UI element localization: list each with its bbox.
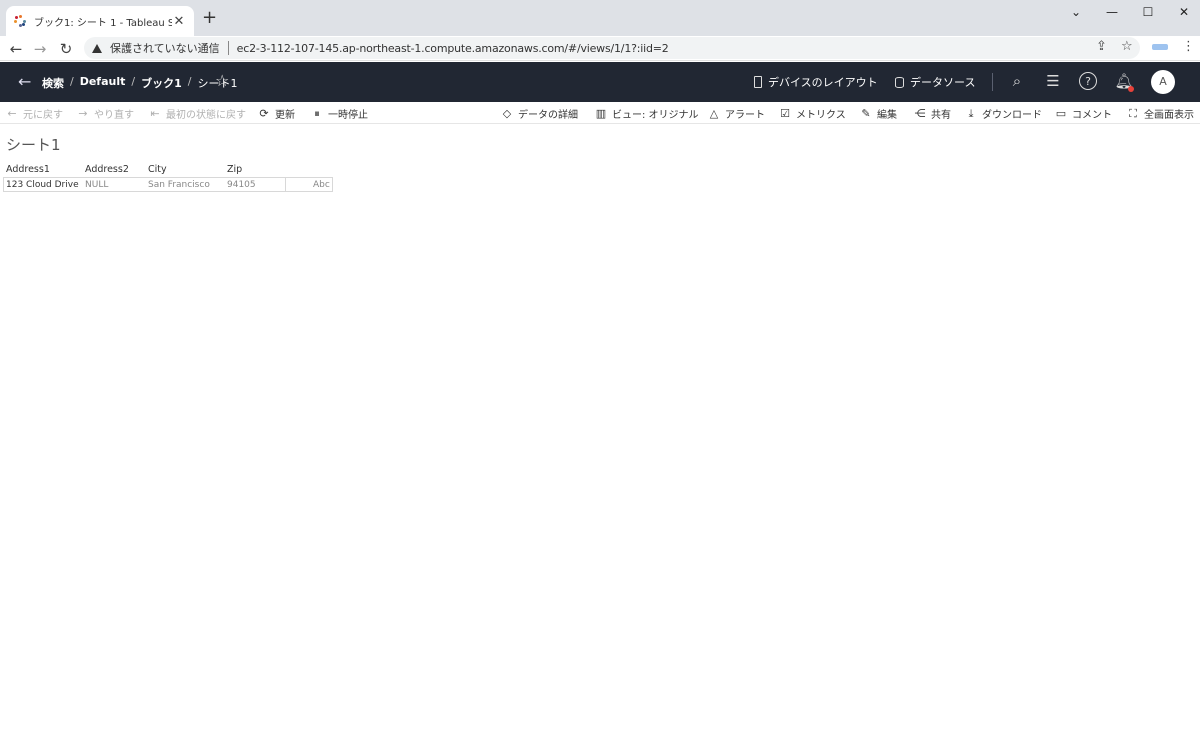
share-button[interactable]: ⋲ 共有 <box>914 106 952 121</box>
url-text[interactable]: ec2-3-112-107-145.ap-northeast-1.compute… <box>237 42 669 55</box>
breadcrumb-separator: / <box>70 75 74 88</box>
address-bar: ← → ↻ 保護されていない通信 ec2-3-112-107-145.ap-no… <box>0 36 1200 61</box>
pencil-icon: ✎ <box>861 107 871 120</box>
sheet-title: シート1 <box>6 136 61 154</box>
notification-dot <box>1128 86 1134 92</box>
close-window-button[interactable]: ✕ <box>1166 0 1200 24</box>
alert-button[interactable]: △ アラート <box>708 106 765 121</box>
tab-close-icon[interactable]: ✕ <box>172 14 186 29</box>
search-icon[interactable]: ⌕ <box>1007 71 1027 91</box>
back-arrow-icon[interactable]: ← <box>6 39 26 59</box>
minimize-button[interactable]: — <box>1094 0 1130 24</box>
header-divider <box>992 73 993 91</box>
breadcrumb-separator: / <box>187 75 192 88</box>
breadcrumb-search[interactable]: 検索 <box>42 75 64 91</box>
fullscreen-button[interactable]: ⛶ 全画面表示 <box>1127 106 1194 122</box>
cell-address2[interactable]: NULL <box>85 180 108 190</box>
cell-address1[interactable]: 123 Cloud Drive <box>6 180 79 190</box>
view-original-label: ビュー: オリジナル <box>612 110 699 121</box>
revert-icon: ⇤ <box>150 107 160 120</box>
breadcrumb-workbook[interactable]: ブック1 <box>141 75 182 91</box>
redo-button[interactable]: → やり直す <box>77 106 134 121</box>
back-navigation-icon[interactable]: ← <box>18 72 31 91</box>
share-label: 共有 <box>931 110 951 121</box>
alert-label: アラート <box>725 110 765 121</box>
comment-button[interactable]: ▭ コメント <box>1055 106 1112 121</box>
favorite-star-icon[interactable]: ☆ <box>215 71 229 90</box>
edit-button[interactable]: ✎ 編集 <box>860 106 897 121</box>
pause-database-icon: ⏸︎ <box>314 106 320 120</box>
device-layout-label: デバイスのレイアウト <box>768 76 878 89</box>
maximize-button[interactable]: ☐ <box>1130 0 1166 24</box>
omnibox-divider <box>227 41 229 55</box>
redo-arrow-icon: → <box>78 107 88 120</box>
share-page-icon[interactable]: ⇪ <box>1096 39 1107 54</box>
download-icon: ⤓ <box>968 106 974 120</box>
new-tab-button[interactable]: + <box>202 9 217 27</box>
browser-tab-strip: ブック1: シート 1 - Tableau Server ✕ + ⌄ — ☐ ✕ <box>0 0 1200 36</box>
column-header-address1[interactable]: Address1 <box>6 164 50 175</box>
tab-search-icon[interactable]: ⌄ <box>1058 0 1094 24</box>
pause-button[interactable]: ⏸︎ 一時停止 <box>311 106 368 122</box>
tag-icon: ◇ <box>502 107 512 120</box>
alert-bell-icon: △ <box>709 107 719 120</box>
refresh-label: 更新 <box>275 110 295 121</box>
mobile-device-icon <box>754 76 762 88</box>
metrics-button[interactable]: ☑ メトリクス <box>779 106 846 121</box>
view-toolbar: ← 元に戻す → やり直す ⇤ 最初の状態に戻す ⟳ 更新 ⏸︎ 一時停止 ◇ … <box>0 102 1200 124</box>
reload-icon[interactable]: ↻ <box>56 39 76 59</box>
column-header-zip[interactable]: Zip <box>227 164 242 175</box>
breadcrumb: 検索 / Default / ブック1 / シート1 <box>42 75 237 91</box>
tab-title: ブック1: シート 1 - Tableau Server <box>34 17 172 29</box>
extension-icon[interactable] <box>1152 44 1168 50</box>
security-label[interactable]: 保護されていない通信 <box>110 40 220 56</box>
share-icon: ⋲ <box>914 107 926 120</box>
fullscreen-icon: ⛶ <box>1129 106 1137 120</box>
data-source-button[interactable]: データソース <box>895 74 975 90</box>
undo-button[interactable]: ← 元に戻す <box>6 106 63 121</box>
browser-menu-icon[interactable]: ⋮ <box>1182 39 1195 54</box>
undo-label: 元に戻す <box>23 110 63 121</box>
metrics-label: メトリクス <box>796 110 846 121</box>
comment-bubble-icon: ▭ <box>1055 107 1067 120</box>
download-label: ダウンロード <box>982 110 1042 121</box>
download-button[interactable]: ⤓ ダウンロード <box>965 106 1042 122</box>
avatar[interactable]: A <box>1151 70 1175 94</box>
redo-label: やり直す <box>94 110 134 121</box>
view-original-button[interactable]: ▥ ビュー: オリジナル <box>595 106 699 121</box>
revert-button[interactable]: ⇤ 最初の状態に戻す <box>149 106 246 121</box>
cell-city[interactable]: San Francisco <box>148 180 210 190</box>
edit-label: 編集 <box>877 110 897 121</box>
bookmark-star-icon[interactable]: ☆ <box>1121 39 1133 54</box>
database-icon <box>895 76 904 88</box>
favorites-list-icon[interactable]: ☰ <box>1043 71 1063 91</box>
cell-zip[interactable]: 94105 <box>227 180 256 190</box>
cell-divider <box>285 177 286 192</box>
data-details-label: データの詳細 <box>518 110 578 121</box>
metrics-chart-icon: ☑ <box>780 107 790 120</box>
refresh-database-icon: ⟳ <box>259 107 269 120</box>
column-header-city[interactable]: City <box>148 164 167 175</box>
breadcrumb-project[interactable]: Default <box>80 75 126 91</box>
help-icon[interactable]: ? <box>1079 72 1097 90</box>
warning-icon <box>92 43 102 53</box>
device-layout-button[interactable]: デバイスのレイアウト <box>754 74 878 90</box>
tableau-logo-icon <box>14 15 26 27</box>
column-header-address2[interactable]: Address2 <box>85 164 129 175</box>
revert-label: 最初の状態に戻す <box>166 110 246 121</box>
refresh-button[interactable]: ⟳ 更新 <box>258 106 295 121</box>
data-source-label: データソース <box>910 76 976 89</box>
bar-chart-icon: ▥ <box>595 107 607 120</box>
comment-label: コメント <box>1072 110 1112 121</box>
undo-arrow-icon: ← <box>7 107 17 120</box>
url-omnibox[interactable]: 保護されていない通信 ec2-3-112-107-145.ap-northeas… <box>84 37 1140 59</box>
browser-tab[interactable]: ブック1: シート 1 - Tableau Server ✕ <box>6 6 194 36</box>
forward-arrow-icon[interactable]: → <box>30 39 50 59</box>
breadcrumb-separator: / <box>131 75 136 88</box>
data-details-button[interactable]: ◇ データの詳細 <box>501 106 578 121</box>
pause-label: 一時停止 <box>328 110 368 121</box>
fullscreen-label: 全画面表示 <box>1144 110 1194 121</box>
cell-measure-text[interactable]: Abc <box>313 180 330 190</box>
tableau-header: ← 検索 / Default / ブック1 / シート1 ☆ デバイスのレイアウ… <box>0 62 1200 102</box>
